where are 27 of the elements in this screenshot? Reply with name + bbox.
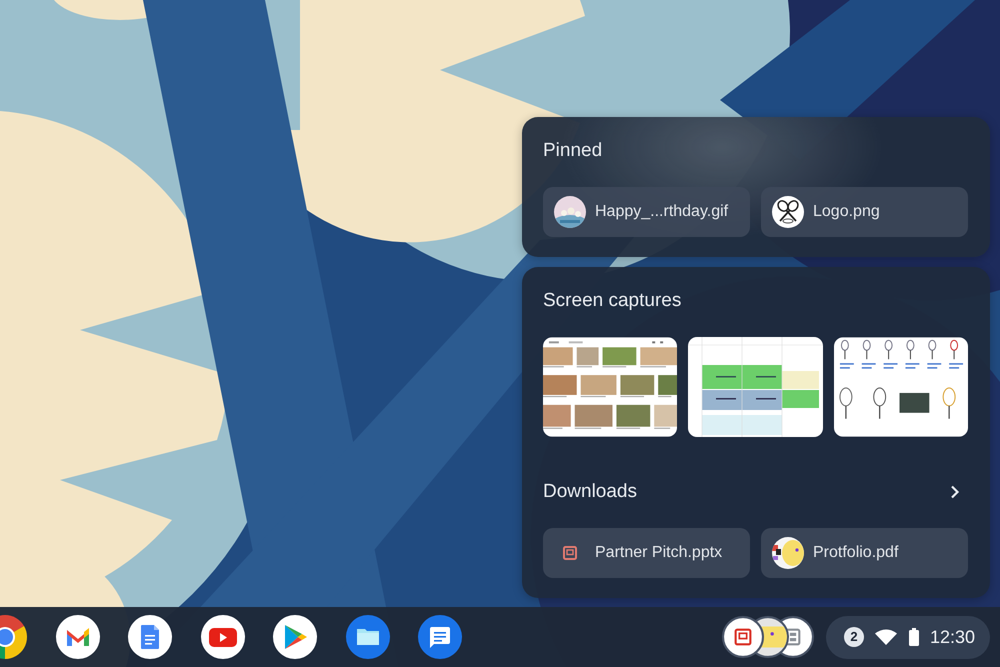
screenshot-thumbnail[interactable] bbox=[688, 337, 823, 437]
folder-icon[interactable] bbox=[346, 615, 390, 659]
file-chip[interactable]: Protfolio.pdf bbox=[761, 528, 968, 578]
slides-file-icon bbox=[722, 616, 764, 658]
photo-thumbnail-icon bbox=[554, 196, 586, 228]
slides-file-icon bbox=[563, 546, 577, 560]
document-thumbnail-icon bbox=[772, 537, 804, 569]
crossed-rackets-icon bbox=[772, 196, 804, 228]
chat-bubble-icon[interactable] bbox=[418, 615, 462, 659]
section-title: Screen captures bbox=[543, 289, 682, 313]
section-title: Downloads bbox=[543, 480, 637, 504]
video-play-icon[interactable] bbox=[200, 615, 244, 659]
clock-time: 12:30 bbox=[930, 626, 976, 648]
notification-count: 2 bbox=[844, 627, 864, 647]
file-chip[interactable]: Happy_...rthday.gif bbox=[543, 187, 750, 237]
battery-icon bbox=[909, 628, 919, 646]
file-chip[interactable]: Partner Pitch.pptx bbox=[543, 528, 750, 578]
screenshot-thumbnail[interactable] bbox=[543, 337, 677, 437]
status-area[interactable]: 2 12:30 bbox=[826, 616, 990, 658]
wifi-icon bbox=[875, 629, 897, 645]
file-chip[interactable]: Logo.png bbox=[761, 187, 968, 237]
holding-space-tray[interactable] bbox=[722, 616, 814, 658]
screenshot-thumbnail[interactable] bbox=[834, 337, 968, 437]
chevron-right-icon[interactable] bbox=[950, 485, 960, 499]
mail-icon[interactable] bbox=[56, 615, 100, 659]
document-icon[interactable] bbox=[128, 615, 172, 659]
section-title: Pinned bbox=[543, 139, 604, 163]
